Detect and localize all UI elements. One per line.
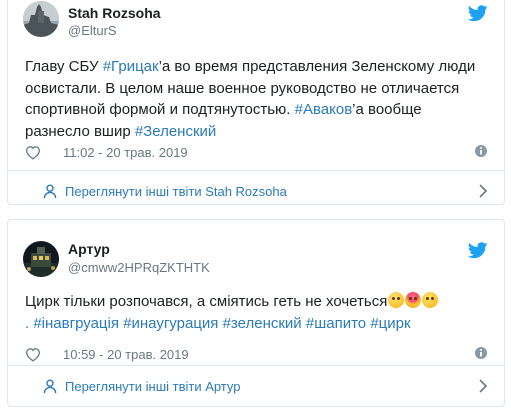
info-icon[interactable] <box>474 346 488 360</box>
face-with-hand-over-mouth-emoji <box>422 292 439 308</box>
author-name[interactable]: Артур <box>68 241 110 257</box>
hashtag-link[interactable]: #инаугурация <box>123 315 218 332</box>
tweet-meta: 10:59 - 20 трав. 2019 <box>25 345 189 363</box>
author-handle[interactable]: @cmww2HPRqZKTHTK <box>68 260 210 275</box>
twitter-bird-icon[interactable] <box>468 5 488 22</box>
author-handle[interactable]: @ElturS <box>68 23 117 38</box>
tweet-text: Цирк тільки розпочався, а сміятись геть … <box>25 291 485 334</box>
chevron-right-icon <box>479 184 488 198</box>
chevron-right-icon <box>479 379 488 393</box>
view-more-tweets-link[interactable]: Переглянути інші твіти Артур <box>8 365 504 406</box>
tweet-meta: 11:02 - 20 трав. 2019 <box>25 143 188 161</box>
view-more-tweets-link[interactable]: Переглянути інші твіти Stah Rozsoha <box>8 170 504 204</box>
timestamp[interactable]: 10:59 - 20 трав. 2019 <box>63 347 189 362</box>
hashtag-link[interactable]: #Зеленский <box>135 123 216 140</box>
info-icon[interactable] <box>474 144 488 158</box>
avatar[interactable] <box>23 1 59 37</box>
tweet-card: Stah Rozsoha @ElturS Главу СБУ #Грицак’а… <box>7 0 505 205</box>
hashtag-link[interactable]: #Аваков <box>295 101 353 118</box>
worried-face-emoji <box>388 292 405 308</box>
hashtag-link[interactable]: #шапито <box>306 315 366 332</box>
text-segment: Цирк тільки розпочався, а сміятись геть … <box>25 293 388 310</box>
tweet-card: Артур @cmww2HPRqZKTHTK Цирк тільки розпо… <box>7 219 505 407</box>
view-more-label[interactable]: Переглянути інші твіти Артур <box>65 379 241 394</box>
hashtag-link[interactable]: #Грицак <box>103 58 159 75</box>
heart-icon[interactable] <box>25 347 41 362</box>
exploding-head-emoji <box>405 292 422 308</box>
tweet-text: Главу СБУ #Грицак’а во время представлен… <box>25 56 485 142</box>
twitter-bird-icon[interactable] <box>468 242 488 259</box>
tweet-header: Артур @cmww2HPRqZKTHTK <box>8 220 504 278</box>
avatar[interactable] <box>23 241 59 277</box>
person-icon <box>43 184 57 198</box>
author-name[interactable]: Stah Rozsoha <box>68 5 161 21</box>
text-segment: Главу СБУ <box>25 58 103 75</box>
view-more-label[interactable]: Переглянути інші твіти Stah Rozsoha <box>65 184 287 199</box>
hashtag-link[interactable]: #цирк <box>370 315 410 332</box>
person-icon <box>43 379 57 393</box>
heart-icon[interactable] <box>25 145 41 160</box>
tweet-header: Stah Rozsoha @ElturS <box>8 0 504 45</box>
hashtag-link[interactable]: #інавгруація <box>33 315 119 332</box>
timestamp[interactable]: 11:02 - 20 трав. 2019 <box>63 145 188 160</box>
hashtag-link[interactable]: #зеленский <box>223 315 302 332</box>
